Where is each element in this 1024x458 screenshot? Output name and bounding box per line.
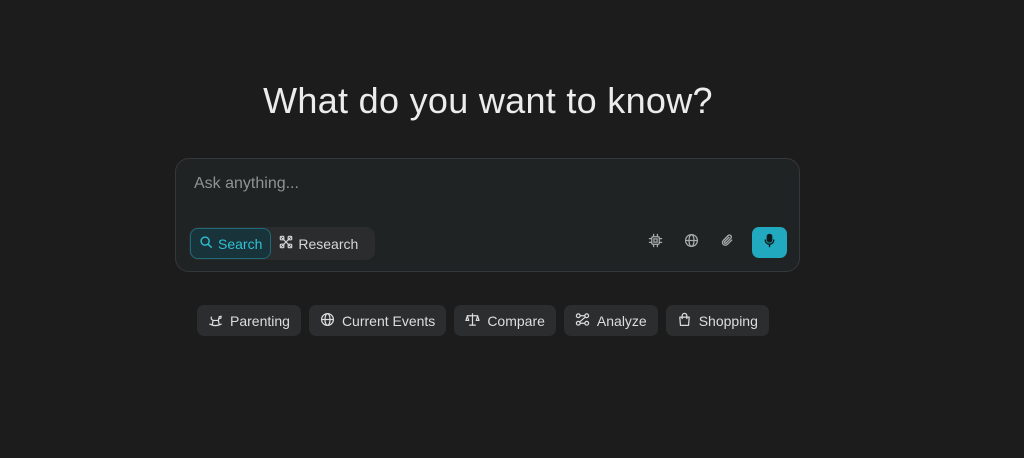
chip-compare[interactable]: Compare: [454, 305, 556, 336]
chip-analyze[interactable]: Analyze: [563, 305, 658, 336]
chip-label: Shopping: [698, 312, 758, 329]
input-tools: [643, 227, 787, 258]
attach-button[interactable]: [715, 231, 739, 255]
nodes-icon: [575, 312, 590, 330]
shopping-bag-icon: [677, 312, 692, 330]
microphone-icon: [762, 233, 777, 253]
page: What do you want to know? Search: [0, 0, 1024, 458]
chip-label: Analyze: [596, 312, 647, 329]
search-mode-button[interactable]: Search: [190, 228, 272, 259]
search-icon: [199, 235, 213, 252]
globe-icon: [684, 233, 699, 253]
model-select-button[interactable]: [643, 231, 667, 255]
voice-input-button[interactable]: [752, 227, 787, 258]
sources-button[interactable]: [679, 231, 703, 255]
paperclip-icon: [720, 233, 735, 253]
suggestion-chips: Parenting Current Events Compare Analyze…: [197, 305, 769, 336]
page-title: What do you want to know?: [263, 80, 713, 121]
mode-toggle-group: Search Research: [189, 227, 376, 260]
ask-box: Search Research: [175, 158, 800, 272]
chip-parenting[interactable]: Parenting: [197, 305, 301, 336]
chip-label: Parenting: [230, 312, 290, 329]
research-mode-button[interactable]: Research: [271, 228, 366, 259]
research-mode-label: Research: [298, 235, 359, 252]
search-mode-label: Search: [218, 235, 263, 252]
chip-label: Compare: [487, 312, 545, 329]
chip-label: Current Events: [341, 312, 436, 329]
ask-input[interactable]: [192, 171, 786, 197]
model-chip-icon: [648, 233, 663, 253]
scales-icon: [465, 312, 480, 330]
rocking-horse-icon: [208, 312, 223, 330]
chip-shopping[interactable]: Shopping: [665, 305, 769, 336]
globe-icon: [320, 312, 335, 330]
chip-current-events[interactable]: Current Events: [308, 305, 447, 336]
research-icon: [279, 235, 293, 252]
